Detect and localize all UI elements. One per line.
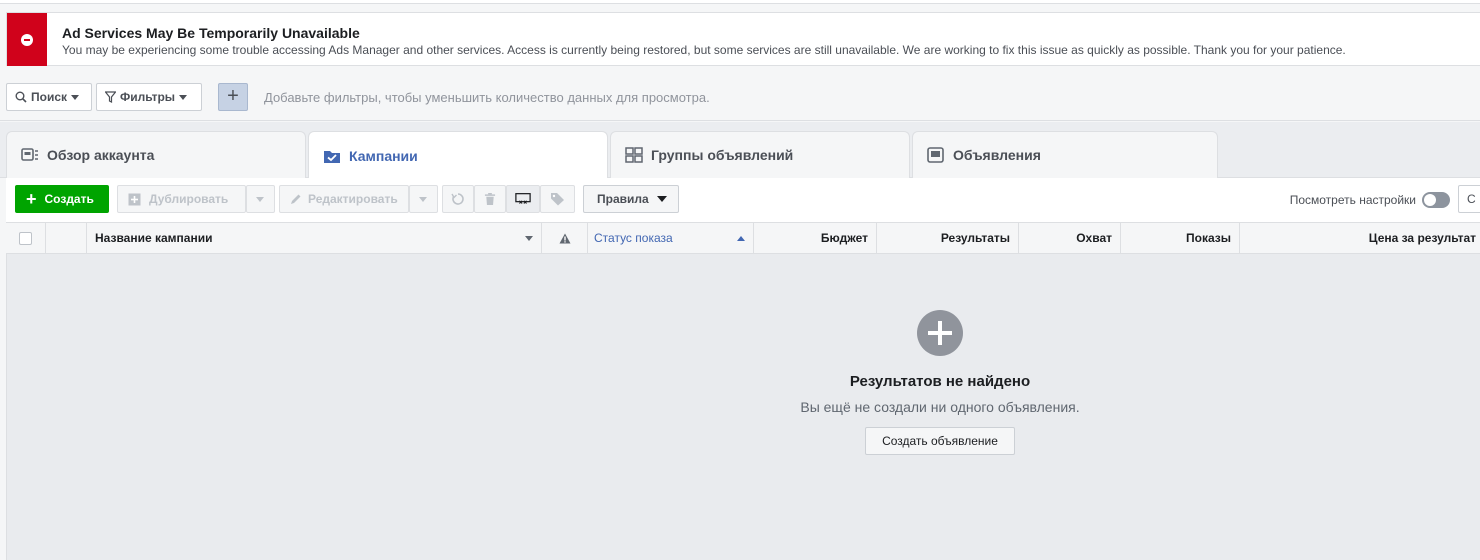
alert-message: You may be experiencing some trouble acc… <box>62 43 1346 57</box>
view-settings[interactable]: Посмотреть настройки <box>1290 192 1450 208</box>
column-label: Цена за результат <box>1368 231 1476 245</box>
chevron-down-icon <box>419 196 427 202</box>
filters-button-label: Фильтры <box>120 90 176 104</box>
column-warnings[interactable] <box>542 223 588 253</box>
view-settings-label: Посмотреть настройки <box>1289 193 1416 207</box>
edit-button[interactable]: Редактировать <box>279 185 409 213</box>
alert-title: Ad Services May Be Temporarily Unavailab… <box>62 25 360 41</box>
ad-icon <box>927 147 944 163</box>
grid-icon <box>625 147 643 163</box>
tag-button[interactable] <box>540 185 575 213</box>
rules-button[interactable]: Правила <box>583 185 679 213</box>
duplicate-dropdown[interactable] <box>246 185 275 213</box>
search-button[interactable]: Поиск <box>6 83 92 111</box>
empty-state-title: Результатов не найдено <box>849 373 1031 390</box>
filter-hint: Добавьте фильтры, чтобы уменьшить количе… <box>264 90 710 105</box>
column-label: Показы <box>1186 231 1231 245</box>
column-delivery-status[interactable]: Статус показа <box>588 223 754 253</box>
table-header: Название кампании Статус показа Бюджет Р… <box>6 222 1480 254</box>
top-border <box>0 0 1480 4</box>
tab-ad-sets[interactable]: Группы объявлений <box>610 131 910 178</box>
column-reach[interactable]: Охват <box>1019 223 1121 253</box>
tab-campaigns[interactable]: Кампании <box>308 131 608 179</box>
column-label: Название кампании <box>95 231 213 245</box>
duplicate-icon <box>128 193 141 205</box>
chevron-down-icon[interactable] <box>525 235 533 241</box>
column-impressions[interactable]: Показы <box>1121 223 1240 253</box>
column-label: Результаты <box>940 231 1010 245</box>
ab-test-button[interactable] <box>506 185 540 213</box>
chevron-down-icon <box>256 196 264 202</box>
blocked-icon <box>21 33 33 46</box>
search-icon <box>15 91 27 103</box>
warning-icon <box>559 233 570 243</box>
select-all-cell <box>6 223 46 253</box>
add-circle-icon <box>917 310 963 356</box>
create-button[interactable]: + Создать <box>15 185 109 213</box>
filter-icon <box>105 91 116 103</box>
create-ad-button[interactable]: Создать объявление <box>865 427 1015 455</box>
alert-strip <box>7 13 47 66</box>
search-button-label: Поиск <box>31 90 68 104</box>
refresh-icon <box>451 193 464 205</box>
chevron-down-icon <box>179 94 188 100</box>
tab-label: Обзор аккаунта <box>47 147 155 163</box>
toggle-column <box>46 223 87 253</box>
filter-bar: Поиск Фильтры + Добавьте фильтры, чтобы … <box>0 73 1480 121</box>
plus-icon: + <box>26 189 37 209</box>
column-cost-per-result[interactable]: Цена за результат <box>1240 223 1480 253</box>
sort-ascending-icon <box>737 235 745 241</box>
trash-icon <box>484 193 496 205</box>
tab-label: Объявления <box>953 147 1041 163</box>
tab-ads[interactable]: Объявления <box>912 131 1218 178</box>
account-overview-icon <box>21 148 38 161</box>
create-button-label: Создать <box>44 192 94 206</box>
select-all-checkbox[interactable] <box>19 231 32 245</box>
column-budget[interactable]: Бюджет <box>754 223 877 253</box>
folder-check-icon <box>324 150 340 163</box>
restore-button[interactable] <box>442 185 474 213</box>
chevron-down-icon <box>71 94 80 100</box>
column-results[interactable]: Результаты <box>877 223 1019 253</box>
duplicate-button[interactable]: Дублировать <box>117 185 246 213</box>
tag-icon <box>551 193 564 206</box>
rules-button-label: Правила <box>597 192 649 206</box>
column-label: Бюджет <box>820 231 868 245</box>
add-filter-button[interactable]: + <box>218 83 248 111</box>
column-label: Охват <box>1076 231 1112 245</box>
column-label: Статус показа <box>594 231 673 245</box>
service-alert: Ad Services May Be Temporarily Unavailab… <box>6 12 1480 66</box>
tab-label: Кампании <box>349 147 418 164</box>
edit-button-label: Редактировать <box>308 192 398 206</box>
pencil-icon <box>291 194 301 204</box>
toolbar: + Создать Дублировать Редактировать Прав… <box>6 178 1480 222</box>
tab-account-overview[interactable]: Обзор аккаунта <box>6 131 306 178</box>
table-body: Результатов не найдено Вы ещё не создали… <box>6 254 1480 560</box>
chevron-down-icon <box>656 196 667 202</box>
duplicate-button-label: Дублировать <box>149 192 229 206</box>
tab-label: Группы объявлений <box>651 147 794 163</box>
level-tabs: Обзор аккаунта Кампании Группы объявлени… <box>0 122 1480 179</box>
empty-state-subtitle: Вы ещё не создали ни одного объявления. <box>800 399 1080 415</box>
edit-dropdown[interactable] <box>409 185 438 213</box>
column-campaign-name[interactable]: Название кампании <box>87 223 542 253</box>
filters-button[interactable]: Фильтры <box>96 83 202 111</box>
columns-button[interactable]: С <box>1458 185 1480 213</box>
view-settings-toggle[interactable] <box>1422 192 1450 208</box>
delete-button[interactable] <box>474 185 506 213</box>
ab-test-icon <box>515 193 531 204</box>
